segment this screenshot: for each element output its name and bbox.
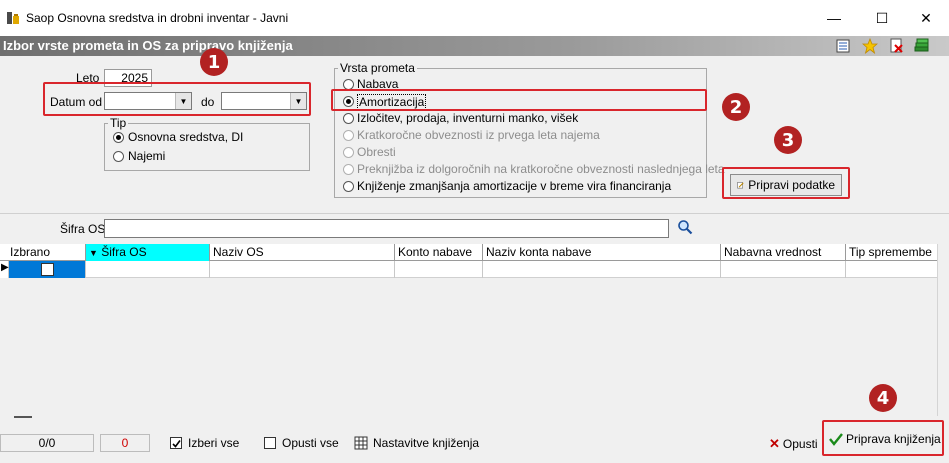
selected-count: 0 bbox=[100, 434, 150, 452]
row-indicator: ▶ bbox=[0, 261, 9, 278]
grid-header: Izbrano ▼ Šifra OS Naziv OS Konto nabave… bbox=[0, 244, 937, 261]
promet-kratkorocne-label: Kratkoročne obveznosti iz prvega leta na… bbox=[357, 128, 600, 142]
vrsta-prometa-legend: Vrsta prometa bbox=[338, 61, 417, 75]
col-header-tip-spremembe[interactable]: Tip spremembe bbox=[846, 244, 937, 261]
izberi-vse-label: Izberi vse bbox=[188, 436, 240, 450]
confirm-check-icon bbox=[829, 433, 843, 446]
cancel-x-icon: ✕ bbox=[769, 436, 780, 451]
edit-pencil-icon bbox=[737, 182, 744, 189]
row-vrednost-cell[interactable] bbox=[721, 261, 846, 278]
tip-radio-najemi[interactable] bbox=[113, 151, 124, 162]
list-settings-icon[interactable] bbox=[836, 38, 852, 54]
step-badge-3: 3 bbox=[774, 126, 802, 154]
chevron-down-icon[interactable]: ▼ bbox=[290, 93, 306, 109]
do-label: do bbox=[201, 95, 215, 109]
row-pointer-icon: ▶ bbox=[1, 262, 9, 273]
row-tip-cell[interactable] bbox=[846, 261, 937, 278]
panel-title: Izbor vrste prometa in OS za pripravo kn… bbox=[3, 38, 293, 53]
col-header-konto-nabave[interactable]: Konto nabave bbox=[395, 244, 483, 261]
izberi-vse-button[interactable]: Izberi vse bbox=[170, 436, 239, 450]
datum-od-combo[interactable]: ▼ bbox=[104, 92, 192, 110]
opusti-vse-button[interactable]: Opusti vse bbox=[264, 436, 339, 450]
maximize-button[interactable]: ☐ bbox=[859, 0, 905, 36]
tip-option-najemi-label: Najemi bbox=[128, 149, 166, 163]
opusti-button[interactable]: ✕ Opusti bbox=[769, 436, 818, 452]
empty-checkbox-icon bbox=[264, 437, 276, 449]
tip-option-osnovna-label: Osnovna sredstva, DI bbox=[128, 130, 244, 144]
datum-od-label: Datum od bbox=[50, 95, 103, 109]
sifra-os-search-input[interactable] bbox=[104, 219, 669, 238]
promet-radio-zmanjsanje[interactable] bbox=[343, 181, 354, 192]
row-naziv-cell[interactable] bbox=[210, 261, 395, 278]
step-badge-1: 1 bbox=[200, 48, 228, 76]
col-header-nabavna-vrednost[interactable]: Nabavna vrednost bbox=[721, 244, 846, 261]
promet-izlocitev-label: Izločitev, prodaja, inventurni manko, vi… bbox=[357, 111, 579, 125]
promet-radio-obresti bbox=[343, 147, 354, 158]
priprava-knjizenja-label: Priprava knjiženja bbox=[846, 432, 941, 446]
pripravi-podatke-label: Pripravi podatke bbox=[748, 178, 835, 192]
nastavitve-knjizenja-button[interactable]: Nastavitve knjiženja bbox=[354, 436, 479, 450]
app-icon bbox=[7, 12, 19, 24]
step-badge-2: 2 bbox=[722, 93, 750, 121]
table-row[interactable]: ▶ bbox=[0, 261, 937, 278]
datum-do-combo[interactable]: ▼ bbox=[221, 92, 307, 110]
promet-preknjizba-label: Preknjižba iz dolgoročnih na kratkoročne… bbox=[357, 162, 725, 176]
table-settings-icon bbox=[354, 436, 368, 450]
pripravi-podatke-button[interactable]: Pripravi podatke bbox=[730, 174, 842, 196]
step-badge-4: 4 bbox=[869, 384, 897, 412]
record-count: 0/0 bbox=[0, 434, 94, 452]
books-icon[interactable] bbox=[914, 38, 930, 54]
sifra-os-search-label: Šifra OS bbox=[60, 222, 106, 236]
tip-legend: Tip bbox=[108, 116, 129, 130]
chevron-down-icon[interactable]: ▼ bbox=[175, 93, 191, 109]
row-select-checkbox[interactable] bbox=[41, 263, 54, 276]
highlight-box-2 bbox=[331, 89, 707, 111]
window-title: Saop Osnovna sredstva in drobni inventar… bbox=[26, 11, 289, 25]
search-icon[interactable] bbox=[677, 219, 693, 235]
row-konto-cell[interactable] bbox=[395, 261, 483, 278]
favorite-star-icon[interactable] bbox=[862, 38, 878, 54]
minimize-button[interactable]: — bbox=[811, 0, 857, 36]
promet-radio-preknjizba bbox=[343, 164, 354, 175]
col-header-naziv-konta-nabave[interactable]: Naziv konta nabave bbox=[483, 244, 721, 261]
col-header-izbrano[interactable]: Izbrano bbox=[0, 244, 86, 261]
close-button[interactable]: ✕ bbox=[903, 0, 949, 36]
promet-obresti-label: Obresti bbox=[357, 145, 396, 159]
row-naziv-konta-cell[interactable] bbox=[483, 261, 721, 278]
tip-radio-osnovna[interactable] bbox=[113, 132, 124, 143]
delete-document-icon[interactable] bbox=[889, 38, 905, 54]
opusti-label: Opusti bbox=[782, 437, 818, 451]
col-header-sifra-os[interactable]: ▼ Šifra OS bbox=[86, 244, 210, 261]
row-sifra-cell[interactable] bbox=[86, 261, 210, 278]
check-icon bbox=[170, 437, 182, 449]
separator-line bbox=[0, 213, 949, 214]
grid-vertical-scrollbar[interactable] bbox=[937, 244, 949, 416]
nastavitve-knjizenja-label: Nastavitve knjiženja bbox=[373, 436, 480, 450]
horizontal-scroll-thumb[interactable] bbox=[14, 416, 32, 418]
priprava-knjizenja-button[interactable]: Priprava knjiženja bbox=[829, 432, 941, 446]
promet-radio-kratkorocne bbox=[343, 130, 354, 141]
col-header-sifra-os-label: Šifra OS bbox=[101, 245, 147, 259]
opusti-vse-label: Opusti vse bbox=[282, 436, 339, 450]
promet-zmanjsanje-label: Knjiženje zmanjšanja amortizacije v brem… bbox=[357, 179, 672, 193]
row-izbrano-cell[interactable] bbox=[9, 261, 86, 278]
col-header-naziv-os[interactable]: Naziv OS bbox=[210, 244, 395, 261]
promet-radio-izlocitev[interactable] bbox=[343, 113, 354, 124]
sort-down-icon: ▼ bbox=[89, 248, 98, 258]
